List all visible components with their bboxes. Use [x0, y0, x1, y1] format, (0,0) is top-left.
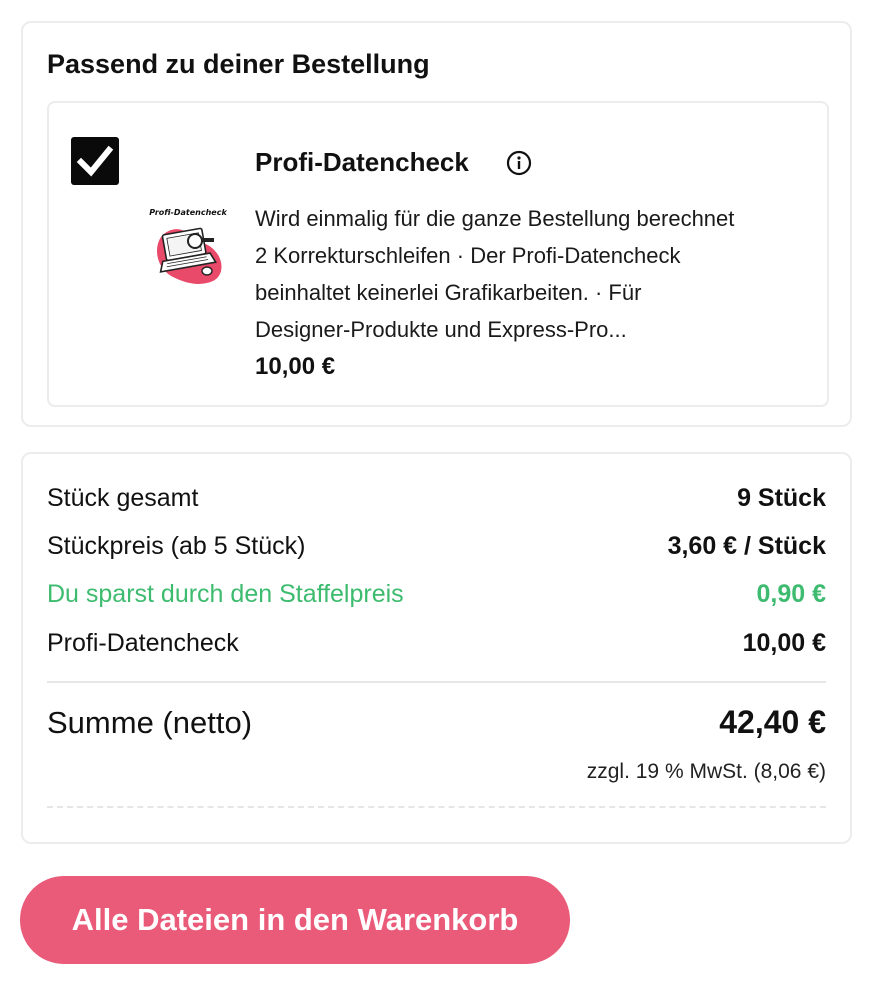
summary-row-quantity: Stück gesamt 9 Stück — [47, 484, 826, 513]
addon-section-title: Passend zu deiner Bestellung — [47, 49, 430, 79]
summary-row-addon: Profi-Datencheck 10,00 € — [47, 629, 826, 658]
summary-value: 9 Stück — [737, 484, 826, 512]
summary-total-row: Summe (netto) 42,40 € — [47, 704, 826, 741]
dashed-divider — [47, 806, 826, 808]
description-line: Wird einmalig für die ganze Bestellung b… — [255, 206, 735, 231]
summary-label: Stück gesamt — [47, 484, 199, 512]
addon-product-card[interactable]: Profi-Datencheck Profi-Datencheck Wird e… — [47, 101, 829, 407]
product-description: Wird einmalig für die ganze Bestellung b… — [255, 200, 815, 348]
summary-value: 10,00 € — [742, 629, 826, 657]
summary-label: Stückpreis (ab 5 Stück) — [47, 532, 306, 560]
checkbox-checked-icon[interactable] — [71, 137, 119, 185]
description-line: beinhaltet keinerlei Grafikarbeiten. · F… — [255, 280, 642, 305]
thumbnail-caption: Profi-Datencheck — [149, 208, 227, 217]
summary-row-savings: Du sparst durch den Staffelpreis 0,90 € — [47, 580, 826, 609]
tax-note: zzgl. 19 % MwSt. (8,06 €) — [586, 760, 826, 783]
product-thumbnail: Profi-Datencheck — [143, 207, 233, 287]
addon-card: Passend zu deiner Bestellung Profi-Daten… — [21, 21, 852, 427]
product-name: Profi-Datencheck — [255, 147, 469, 177]
summary-divider — [47, 681, 826, 683]
description-line: 2 Korrekturschleifen · Der Profi-Datench… — [255, 243, 681, 268]
description-line: Designer-Produkte und Express-Pro... — [255, 317, 627, 342]
total-label: Summe (netto) — [47, 705, 253, 740]
order-summary-card: Stück gesamt 9 Stück Stückpreis (ab 5 St… — [21, 452, 852, 844]
add-all-to-cart-button[interactable]: Alle Dateien in den Warenkorb — [20, 876, 570, 964]
summary-label: Du sparst durch den Staffelpreis — [47, 580, 404, 608]
summary-value: 0,90 € — [756, 580, 826, 608]
summary-label: Profi-Datencheck — [47, 629, 239, 657]
total-value: 42,40 € — [719, 704, 826, 740]
product-price: 10,00 € — [255, 353, 336, 380]
info-icon[interactable] — [506, 150, 532, 176]
summary-value: 3,60 € / Stück — [667, 532, 826, 560]
summary-row-unit-price: Stückpreis (ab 5 Stück) 3,60 € / Stück — [47, 532, 826, 561]
